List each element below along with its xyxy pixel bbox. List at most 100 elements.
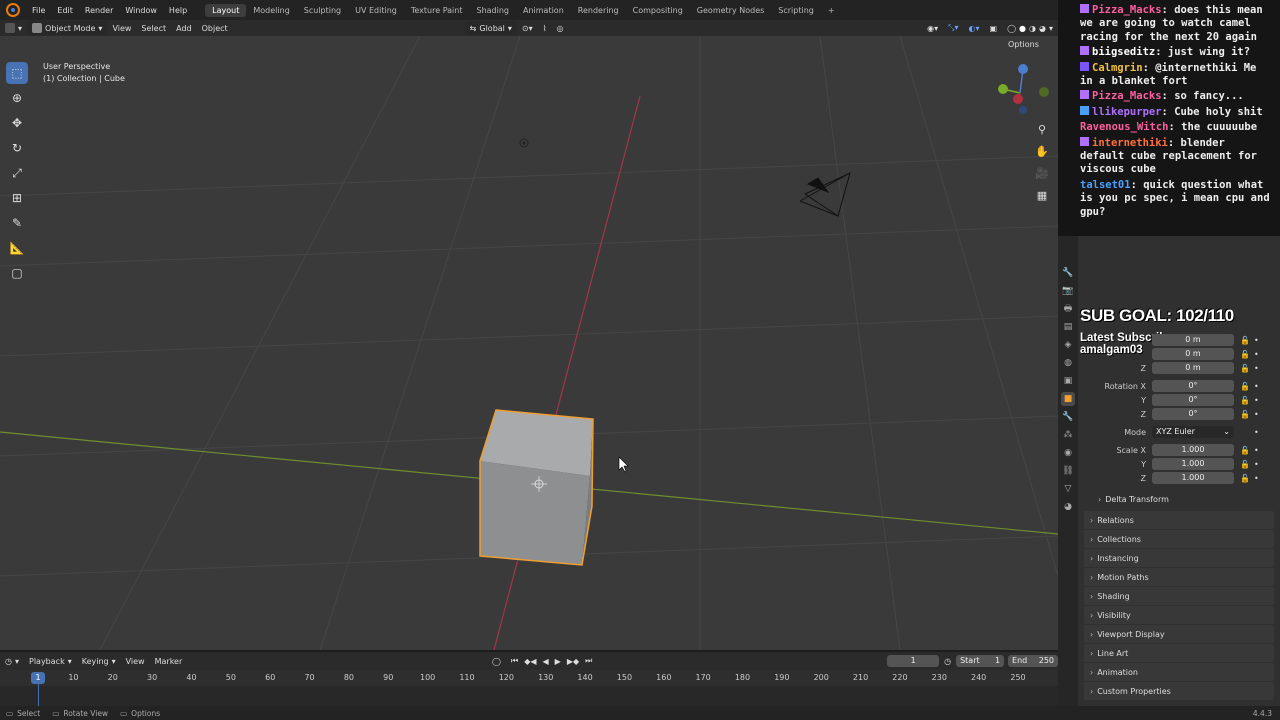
select-box-tool-icon[interactable]: ⬚ bbox=[6, 62, 28, 84]
tab-texture-paint[interactable]: Texture Paint bbox=[404, 4, 470, 17]
delta-transform-subpanel[interactable]: › Delta Transform bbox=[1098, 495, 1169, 504]
snap-icon[interactable]: ⌇ bbox=[538, 21, 552, 35]
keyframe-dot-icon[interactable]: • bbox=[1254, 364, 1259, 373]
data-tab-icon[interactable]: ▽ bbox=[1061, 482, 1075, 496]
transform-orientation-dropdown[interactable]: ⇆ Global ▾ bbox=[464, 21, 517, 35]
collection-tab-icon[interactable]: ▣ bbox=[1061, 374, 1075, 388]
location-y-field[interactable]: 0 m bbox=[1152, 348, 1234, 360]
options-button[interactable]: Options bbox=[1008, 40, 1039, 49]
panel-viewport-display[interactable]: › Viewport Display bbox=[1084, 625, 1274, 643]
panel-motion-paths[interactable]: › Motion Paths bbox=[1084, 568, 1274, 586]
rotation-z-field[interactable]: 0° bbox=[1152, 408, 1234, 420]
lock-icon[interactable]: 🔓 bbox=[1240, 350, 1250, 359]
object-tab-icon[interactable]: ■ bbox=[1061, 392, 1075, 406]
constraints-tab-icon[interactable]: ⛓ bbox=[1061, 464, 1075, 478]
lock-icon[interactable]: 🔓 bbox=[1240, 382, 1250, 391]
auto-keying-icon[interactable]: ◯ bbox=[487, 654, 506, 668]
keyframe-dot-icon[interactable]: • bbox=[1254, 336, 1259, 345]
tab-uv-editing[interactable]: UV Editing bbox=[348, 4, 404, 17]
pan-hand-icon[interactable]: ✋ bbox=[1033, 142, 1051, 160]
grid-view-icon[interactable]: ▦ bbox=[1033, 186, 1051, 204]
keyframe-dot-icon[interactable]: • bbox=[1254, 474, 1259, 483]
move-tool-icon[interactable]: ✥ bbox=[6, 112, 28, 134]
tab-shading[interactable]: Shading bbox=[469, 4, 516, 17]
blender-logo-icon[interactable] bbox=[6, 3, 20, 17]
3d-viewport[interactable]: User Perspective (1) Collection | Cube ⬚… bbox=[0, 36, 1058, 650]
annotate-tool-icon[interactable]: ✎ bbox=[6, 212, 28, 234]
lock-icon[interactable]: 🔓 bbox=[1240, 364, 1250, 373]
world-tab-icon[interactable]: ◍ bbox=[1061, 356, 1075, 370]
editor-type-button[interactable]: ▾ bbox=[0, 21, 27, 35]
next-keyframe-icon[interactable]: ▶◆ bbox=[567, 657, 579, 666]
rendered-shading-icon[interactable]: ◕ bbox=[1039, 24, 1046, 33]
marker-menu[interactable]: Marker bbox=[150, 654, 188, 668]
keyframe-dot-icon[interactable]: • bbox=[1254, 460, 1259, 469]
output-tab-icon[interactable]: 🖶 bbox=[1061, 302, 1075, 316]
gizmo-toggle-icon[interactable]: ⤡▾ bbox=[943, 21, 963, 35]
timeline-editor-type-button[interactable]: ◷ ▾ bbox=[0, 654, 24, 668]
rotation-x-field[interactable]: 0° bbox=[1152, 380, 1234, 392]
current-frame-field[interactable]: 1 bbox=[887, 655, 940, 667]
tab-scripting[interactable]: Scripting bbox=[771, 4, 821, 17]
scale-tool-icon[interactable]: ⤢ bbox=[6, 162, 28, 184]
cube-object[interactable] bbox=[479, 409, 594, 566]
scale-z-field[interactable]: 1.000 bbox=[1152, 472, 1234, 484]
tab-rendering[interactable]: Rendering bbox=[571, 4, 626, 17]
panel-instancing[interactable]: › Instancing bbox=[1084, 549, 1274, 567]
lock-icon[interactable]: 🔓 bbox=[1240, 336, 1250, 345]
tab-geometry-nodes[interactable]: Geometry Nodes bbox=[690, 4, 771, 17]
menu-render[interactable]: Render bbox=[79, 6, 119, 15]
particles-tab-icon[interactable]: ⁂ bbox=[1061, 428, 1075, 442]
wireframe-shading-icon[interactable]: ◯ bbox=[1007, 24, 1016, 33]
tab-modeling[interactable]: Modeling bbox=[246, 4, 296, 17]
material-tab-icon[interactable]: ◕ bbox=[1061, 500, 1075, 514]
menu-object[interactable]: Object bbox=[197, 21, 233, 35]
timeline-view-menu[interactable]: View bbox=[121, 654, 150, 668]
timeline-area[interactable]: 1 10 20 30 40 50 60 70 80 90 100 110 120 130 140 150 16… bbox=[0, 670, 1058, 706]
proportional-edit-icon[interactable]: ◎ bbox=[552, 21, 569, 35]
camera-view-icon[interactable]: 🎥 bbox=[1033, 164, 1051, 182]
menu-select[interactable]: Select bbox=[136, 21, 171, 35]
panel-animation[interactable]: › Animation bbox=[1084, 663, 1274, 681]
panel-collections[interactable]: › Collections bbox=[1084, 530, 1274, 548]
preview-range-icon[interactable]: ◷ bbox=[939, 654, 956, 668]
material-shading-icon[interactable]: ◑ bbox=[1029, 24, 1036, 33]
shading-modes[interactable]: ◯ ● ◑ ◕ ▾ bbox=[1002, 21, 1058, 35]
menu-edit[interactable]: Edit bbox=[51, 6, 79, 15]
lock-icon[interactable]: 🔓 bbox=[1240, 474, 1250, 483]
view-layer-tab-icon[interactable]: ▤ bbox=[1061, 320, 1075, 334]
rotate-tool-icon[interactable]: ↻ bbox=[6, 137, 28, 159]
mode-dropdown[interactable]: Object Mode ▾ bbox=[27, 21, 108, 35]
lock-icon[interactable]: 🔓 bbox=[1240, 396, 1250, 405]
panel-relations[interactable]: › Relations bbox=[1084, 511, 1274, 529]
panel-visibility[interactable]: › Visibility bbox=[1084, 606, 1274, 624]
scale-y-field[interactable]: 1.000 bbox=[1152, 458, 1234, 470]
menu-file[interactable]: File bbox=[26, 6, 51, 15]
keyframe-dot-icon[interactable]: • bbox=[1254, 428, 1259, 437]
pivot-icon[interactable]: ⊙▾ bbox=[517, 21, 538, 35]
tab-sculpting[interactable]: Sculpting bbox=[297, 4, 348, 17]
playback-menu[interactable]: Playback ▾ bbox=[24, 654, 77, 668]
tab-animation[interactable]: Animation bbox=[516, 4, 571, 17]
prev-keyframe-icon[interactable]: ◆◀ bbox=[524, 657, 536, 666]
scale-x-field[interactable]: 1.000 bbox=[1152, 444, 1234, 456]
end-frame-field[interactable]: End 250 bbox=[1008, 655, 1059, 667]
render-tab-icon[interactable]: 📷 bbox=[1061, 284, 1075, 298]
rotation-mode-dropdown[interactable]: XYZ Euler ⌄ bbox=[1152, 426, 1234, 438]
xray-toggle-icon[interactable]: ▣ bbox=[985, 21, 1003, 35]
transform-tool-icon[interactable]: ⊞ bbox=[6, 187, 28, 209]
physics-tab-icon[interactable]: ◉ bbox=[1061, 446, 1075, 460]
keyframe-dot-icon[interactable]: • bbox=[1254, 446, 1259, 455]
start-frame-field[interactable]: Start 1 bbox=[956, 655, 1005, 667]
keyframe-dot-icon[interactable]: • bbox=[1254, 382, 1259, 391]
add-cube-tool-icon[interactable]: ▢ bbox=[6, 262, 28, 284]
zoom-icon[interactable]: ⚲ bbox=[1033, 120, 1051, 138]
add-workspace-button[interactable]: + bbox=[821, 4, 842, 17]
keying-menu[interactable]: Keying ▾ bbox=[77, 654, 121, 668]
solid-shading-icon[interactable]: ● bbox=[1019, 24, 1026, 33]
playhead[interactable]: 1 bbox=[31, 672, 45, 684]
tab-compositing[interactable]: Compositing bbox=[626, 4, 690, 17]
scene-tab-icon[interactable]: ◈ bbox=[1061, 338, 1075, 352]
cursor-tool-icon[interactable]: ⊕ bbox=[6, 87, 28, 109]
panel-custom-properties[interactable]: › Custom Properties bbox=[1084, 682, 1274, 700]
